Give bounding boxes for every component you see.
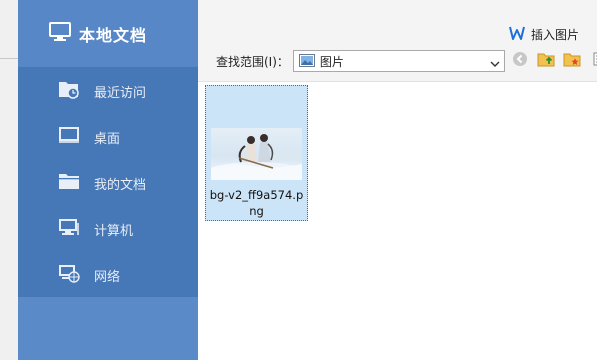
up-folder-button[interactable] xyxy=(536,51,556,71)
sidebar: 本地文档 最近访问 桌面 我的文档 计算机 网络 xyxy=(18,0,198,360)
file-name: bg-v2_ff9a574.png xyxy=(209,188,304,218)
view-menu-button[interactable] xyxy=(588,51,597,71)
sidebar-item-label: 我的文档 xyxy=(94,177,147,193)
background-window-edge xyxy=(0,0,18,360)
image-thumbnail xyxy=(211,128,302,180)
look-in-row: 查找范围(I)： 图片 xyxy=(216,50,505,72)
divider xyxy=(0,58,18,59)
sidebar-item-label: 网络 xyxy=(94,269,121,285)
picture-folder-icon xyxy=(298,52,315,71)
sidebar-nav: 最近访问 桌面 我的文档 计算机 网络 xyxy=(18,67,198,297)
sidebar-item-label: 桌面 xyxy=(94,131,121,147)
up-folder-icon xyxy=(537,51,555,71)
top-bar: 插入图片 查找范围(I)： 图片 xyxy=(198,0,597,82)
network-icon xyxy=(58,263,80,287)
sidebar-item-documents[interactable]: 我的文档 xyxy=(18,160,198,206)
insert-picture-title: 插入图片 xyxy=(509,25,579,44)
sidebar-item-label: 计算机 xyxy=(94,223,134,239)
sidebar-footer xyxy=(18,297,198,360)
recent-folder-icon xyxy=(58,79,80,103)
sidebar-item-desktop[interactable]: 桌面 xyxy=(18,114,198,160)
folder-icon xyxy=(58,171,80,195)
computer-icon xyxy=(58,217,80,241)
look-in-select[interactable]: 图片 xyxy=(292,50,505,74)
file-list[interactable]: bg-v2_ff9a574.png xyxy=(198,83,597,360)
sidebar-title: 本地文档 xyxy=(79,25,148,45)
sidebar-item-recent[interactable]: 最近访问 xyxy=(18,68,198,114)
back-button[interactable] xyxy=(510,51,530,71)
sidebar-item-label: 最近访问 xyxy=(94,85,147,101)
file-browser: 插入图片 查找范围(I)： 图片 bg-v2_ff9a574.png xyxy=(198,0,597,360)
back-icon xyxy=(512,51,528,71)
view-menu-icon xyxy=(592,51,597,71)
monitor-icon xyxy=(49,21,71,46)
sidebar-header[interactable]: 本地文档 xyxy=(18,0,198,67)
new-folder-icon xyxy=(563,51,581,71)
sidebar-item-computer[interactable]: 计算机 xyxy=(18,206,198,252)
new-folder-button[interactable] xyxy=(562,51,582,71)
look-in-value: 图片 xyxy=(319,54,344,69)
dialog-title: 插入图片 xyxy=(530,28,579,42)
chevron-down-icon[interactable] xyxy=(490,55,500,74)
wps-writer-icon xyxy=(509,25,525,44)
look-in-label: 查找范围(I)： xyxy=(216,54,289,69)
sidebar-item-network[interactable]: 网络 xyxy=(18,252,198,298)
desktop-icon xyxy=(58,125,80,149)
file-item[interactable]: bg-v2_ff9a574.png xyxy=(205,85,308,221)
toolbar xyxy=(510,51,597,71)
